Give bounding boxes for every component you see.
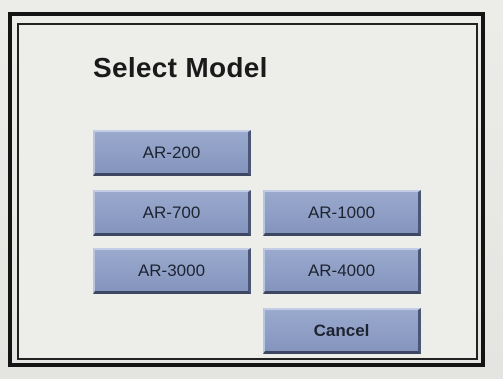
cancel-button[interactable]: Cancel — [263, 308, 421, 354]
dialog-title: Select Model — [93, 52, 268, 83]
model-ar200-button[interactable]: AR-200 — [93, 130, 251, 176]
model-ar4000-button[interactable]: AR-4000 — [263, 248, 421, 294]
model-ar1000-button[interactable]: AR-1000 — [263, 190, 421, 236]
model-ar3000-button[interactable]: AR-3000 — [93, 248, 251, 294]
model-ar700-button[interactable]: AR-700 — [93, 190, 251, 236]
select-model-screen: Select Model AR-200 AR-700 AR-1000 AR-30… — [0, 0, 503, 379]
